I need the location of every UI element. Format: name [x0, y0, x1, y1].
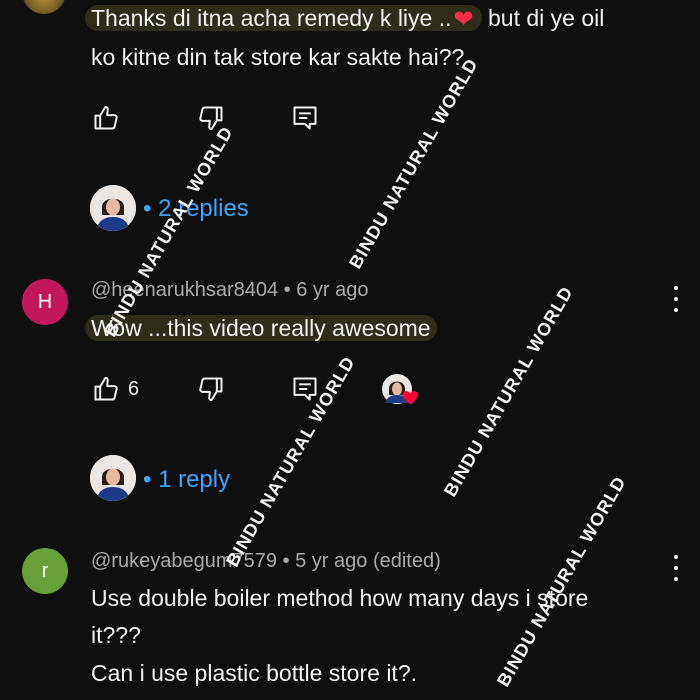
- comment-time: 5 yr ago (edited): [295, 550, 441, 572]
- comment-reply-icon: [293, 377, 317, 401]
- creator-avatar: [90, 185, 136, 231]
- more-vertical-icon[interactable]: [666, 284, 686, 314]
- comment-text-line: it???: [91, 622, 141, 648]
- thumb-down-icon: [199, 377, 223, 402]
- comment-time: 6 yr ago: [296, 279, 369, 301]
- comment-meta: @heenarukhsar8404 • 6 yr ago: [91, 279, 369, 301]
- comment-text-line: ko kitne din tak store kar sakte hai??: [91, 44, 465, 70]
- heart-icon: [402, 391, 418, 405]
- author-handle[interactable]: @heenarukhsar8404: [91, 279, 278, 301]
- watermark: BINDU NATURAL WORLD: [345, 54, 482, 272]
- replies-link[interactable]: • 1 reply: [143, 466, 230, 494]
- heart-emoji: ❤: [453, 6, 474, 33]
- dislike-button[interactable]: [194, 372, 228, 406]
- comment-text-line: Use double boiler method how many days i…: [91, 585, 589, 611]
- reply-button[interactable]: [288, 372, 322, 406]
- comment-text-line: Can i use plastic bottle store it?.: [91, 660, 417, 686]
- thumb-up-icon: [94, 105, 118, 130]
- author-avatar[interactable]: H: [22, 279, 68, 325]
- thumb-down-icon: [199, 106, 223, 131]
- more-vertical-icon[interactable]: [666, 553, 686, 583]
- creator-avatar: [90, 455, 136, 501]
- watermark: BINDU NATURAL WORLD: [440, 282, 577, 500]
- like-count: 6: [128, 378, 140, 400]
- commenter-avatar[interactable]: [22, 0, 66, 14]
- like-button[interactable]: [89, 372, 123, 406]
- author-handle[interactable]: @rukeyabegum7579: [91, 550, 277, 572]
- comment-reply-icon: [293, 106, 317, 130]
- comment-text: Wow ...this video really awesome: [85, 310, 437, 347]
- replies-link[interactable]: • 2 replies: [143, 195, 249, 223]
- thumb-up-icon: [94, 376, 118, 401]
- watermark: BINDU NATURAL WORLD: [100, 122, 237, 340]
- comment-meta: @rukeyabegum7579 • 5 yr ago (edited): [91, 550, 441, 572]
- author-avatar[interactable]: r: [22, 548, 68, 594]
- like-button[interactable]: [89, 101, 123, 135]
- dislike-button[interactable]: [194, 101, 228, 135]
- comment-text: Thanks di itna acha remedy k liye ..❤ bu…: [85, 0, 604, 38]
- creator-heart-badge: [381, 373, 418, 405]
- reply-button[interactable]: [288, 101, 322, 135]
